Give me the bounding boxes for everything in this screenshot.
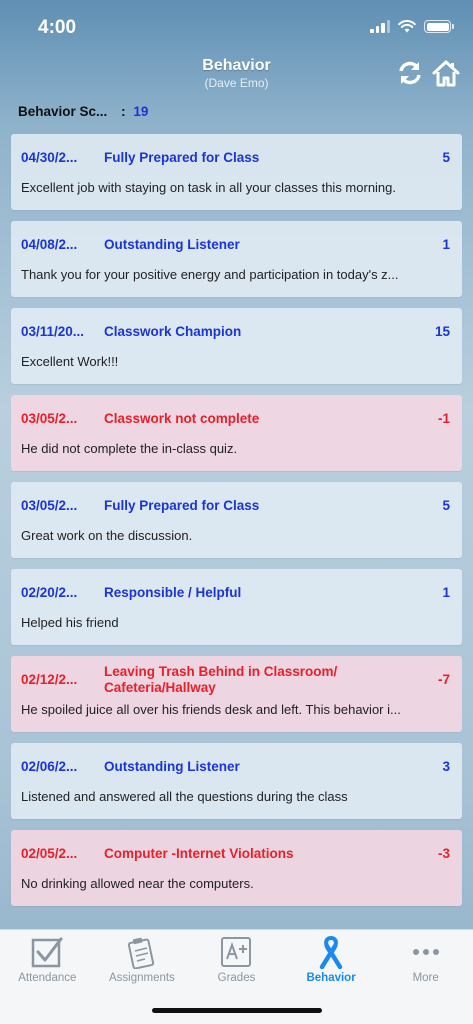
tab-label: Attendance [18, 972, 77, 984]
entry-comment: Helped his friend [21, 615, 119, 630]
entry-date: 04/30/2... [21, 150, 78, 165]
entry-title: Classwork not complete [104, 411, 260, 426]
nav-actions [395, 58, 461, 88]
ribbon-icon [319, 935, 343, 969]
entry-comment: Excellent job with staying on task in al… [21, 180, 397, 195]
entry-points: -1 [437, 411, 450, 426]
entry-points: 1 [442, 237, 450, 252]
checkbox-icon [32, 937, 63, 968]
tab-label: More [412, 972, 439, 984]
behavior-list: 04/30/2... Fully Prepared for Class 5 Ex… [11, 134, 462, 917]
behavior-score-label: Behavior Sc... [18, 104, 108, 119]
entry-title: Fully Prepared for Class [104, 498, 260, 513]
entry-comment: He did not complete the in-class quiz. [21, 441, 238, 456]
tab-label: Assignments [108, 972, 175, 984]
cellular-signal-icon [370, 20, 390, 33]
behavior-entry[interactable]: 02/06/2... Outstanding Listener 3 Listen… [11, 743, 462, 819]
grade-a-plus-icon [221, 937, 252, 967]
entry-title: Outstanding Listener [104, 237, 240, 252]
behavior-score-value: 19 [133, 104, 149, 119]
entry-date: 02/05/2... [21, 846, 78, 861]
tab-label: Behavior [306, 972, 356, 984]
entry-points: 5 [442, 150, 450, 165]
entry-date: 02/12/2... [21, 672, 78, 687]
entry-date: 03/05/2... [21, 411, 78, 426]
behavior-score: Behavior Sc... : 19 [18, 104, 148, 119]
entry-title: Classwork Champion [104, 324, 242, 339]
behavior-entry[interactable]: 02/05/2... Computer -Internet Violations… [11, 830, 462, 906]
entry-points: -7 [437, 672, 450, 687]
entry-comment: No drinking allowed near the computers. [21, 876, 254, 891]
wifi-icon [398, 20, 416, 33]
entry-title: Responsible / Helpful [104, 585, 242, 600]
behavior-entry[interactable]: 03/05/2... Classwork not complete -1 He … [11, 395, 462, 471]
behavior-entry[interactable]: 02/12/2... Leaving Trash Behind in Class… [11, 656, 462, 732]
entry-date: 04/08/2... [21, 237, 78, 252]
tab-attendance[interactable]: Attendance [0, 930, 95, 1024]
behavior-entry[interactable]: 02/20/2... Responsible / Helpful 1 Helpe… [11, 569, 462, 645]
behavior-entry[interactable]: 03/11/20... Classwork Champion 15 Excell… [11, 308, 462, 384]
home-indicator [152, 1008, 322, 1013]
entry-points: 1 [442, 585, 450, 600]
status-time: 4:00 [38, 17, 77, 38]
entry-comment: Listened and answered all the questions … [21, 789, 348, 804]
entry-comment: Thank you for your positive energy and p… [21, 267, 399, 282]
battery-icon [424, 20, 454, 33]
entry-date: 03/11/20... [21, 324, 85, 339]
behavior-entry[interactable]: 04/30/2... Fully Prepared for Class 5 Ex… [11, 134, 462, 210]
refresh-icon[interactable] [395, 58, 425, 88]
entry-comment: He spoiled juice all over his friends de… [21, 702, 401, 717]
entry-points: 3 [442, 759, 450, 774]
entry-title: Leaving Trash Behind in Classroom/ Cafet… [104, 664, 338, 695]
entry-comment: Great work on the discussion. [21, 528, 193, 543]
entry-date: 03/05/2... [21, 498, 78, 513]
entry-date: 02/06/2... [21, 759, 78, 774]
status-bar: 4:00 [0, 0, 473, 52]
tab-more[interactable]: More [378, 930, 473, 1024]
entry-title: Fully Prepared for Class [104, 150, 260, 165]
entry-title: Outstanding Listener [104, 759, 240, 774]
nav-bar: Behavior (Dave Emo) [0, 52, 473, 98]
entry-date: 02/20/2... [21, 585, 78, 600]
behavior-entry[interactable]: 03/05/2... Fully Prepared for Class 5 Gr… [11, 482, 462, 558]
entry-points: 5 [442, 498, 450, 513]
behavior-score-separator: : [121, 104, 126, 119]
home-icon[interactable] [431, 58, 461, 88]
more-dots-icon [412, 949, 439, 955]
behavior-entry[interactable]: 04/08/2... Outstanding Listener 1 Thank … [11, 221, 462, 297]
entry-points: 15 [434, 324, 450, 339]
tab-label: Grades [217, 972, 256, 984]
entry-points: -3 [437, 846, 450, 861]
entry-title: Computer -Internet Violations [104, 846, 294, 861]
status-icons [370, 20, 454, 33]
entry-comment: Excellent Work!!! [21, 354, 119, 369]
clipboard-icon [127, 937, 155, 969]
